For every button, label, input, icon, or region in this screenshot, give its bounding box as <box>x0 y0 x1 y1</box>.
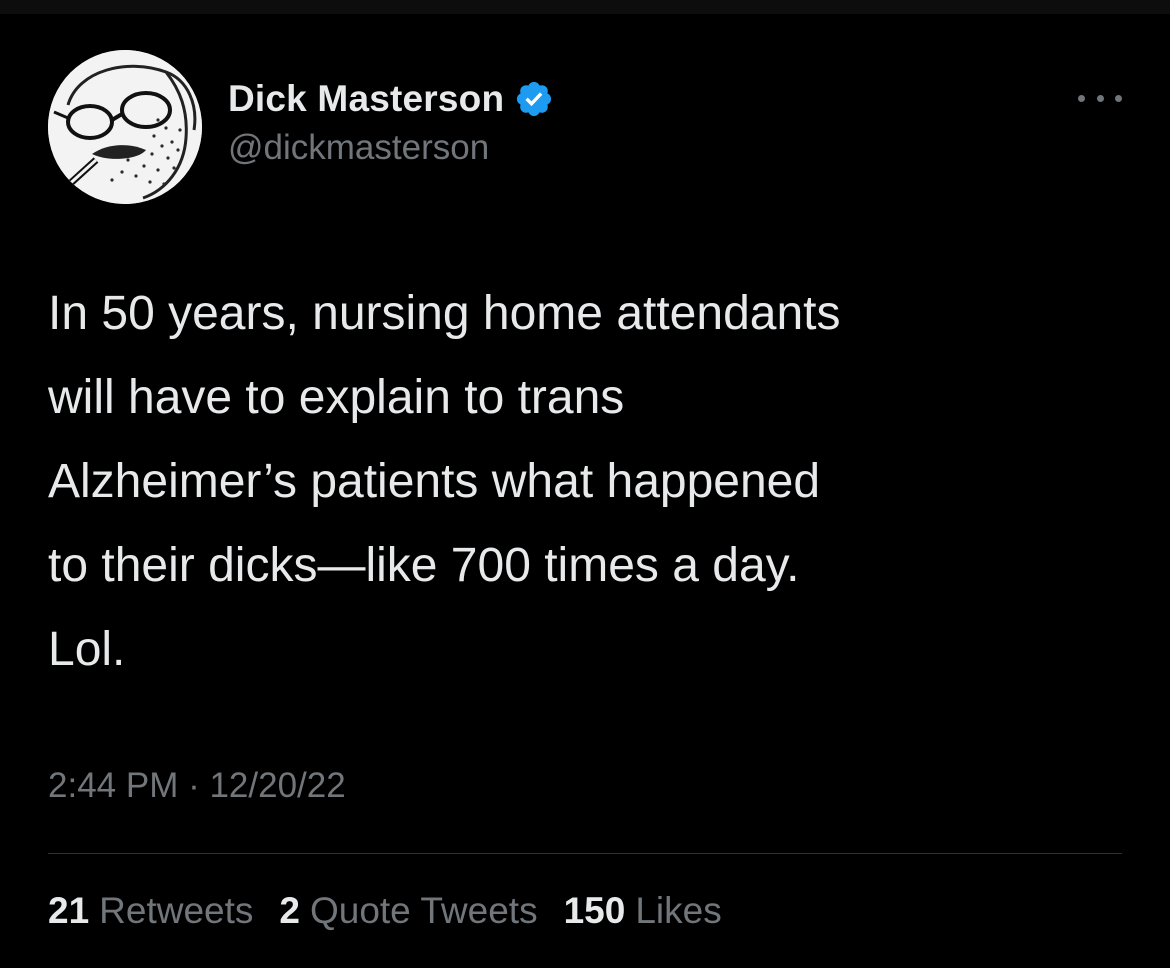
quote-tweets-stat[interactable]: 2 Quote Tweets <box>279 890 537 932</box>
more-dot <box>1078 94 1085 102</box>
author-handle[interactable]: @dickmasterson <box>228 128 554 168</box>
tweet-timestamp[interactable]: 2:44 PM · 12/20/22 <box>48 766 346 806</box>
display-name-row: Dick Masterson <box>228 74 554 124</box>
retweets-stat[interactable]: 21 Retweets <box>48 890 253 932</box>
likes-stat[interactable]: 150 Likes <box>564 890 722 932</box>
retweets-count: 21 <box>48 890 90 931</box>
author-names: Dick Masterson @dickmasterson <box>228 74 554 168</box>
verified-badge-icon <box>517 81 552 117</box>
tweet-stats: 21 Retweets 2 Quote Tweets 150 Likes <box>48 890 722 932</box>
more-options-icon[interactable] <box>1078 88 1122 108</box>
likes-label: Likes <box>635 890 722 931</box>
likes-count: 150 <box>563 890 626 931</box>
quote-tweets-count: 2 <box>279 890 300 931</box>
author-display-name[interactable]: Dick Masterson <box>228 78 504 120</box>
more-dot <box>1096 94 1104 102</box>
more-dot <box>1115 94 1122 102</box>
tweet-header: Dick Masterson @dickmasterson <box>48 50 1122 204</box>
retweets-label: Retweets <box>99 890 254 931</box>
quote-tweets-label: Quote Tweets <box>309 890 538 931</box>
divider <box>48 853 1122 854</box>
tweet-text: In 50 years, nursing home attendants wil… <box>48 287 841 676</box>
avatar-image <box>48 50 202 204</box>
tweet: Dick Masterson @dickmasterson In 50 year… <box>0 0 1170 968</box>
avatar[interactable] <box>48 50 202 204</box>
